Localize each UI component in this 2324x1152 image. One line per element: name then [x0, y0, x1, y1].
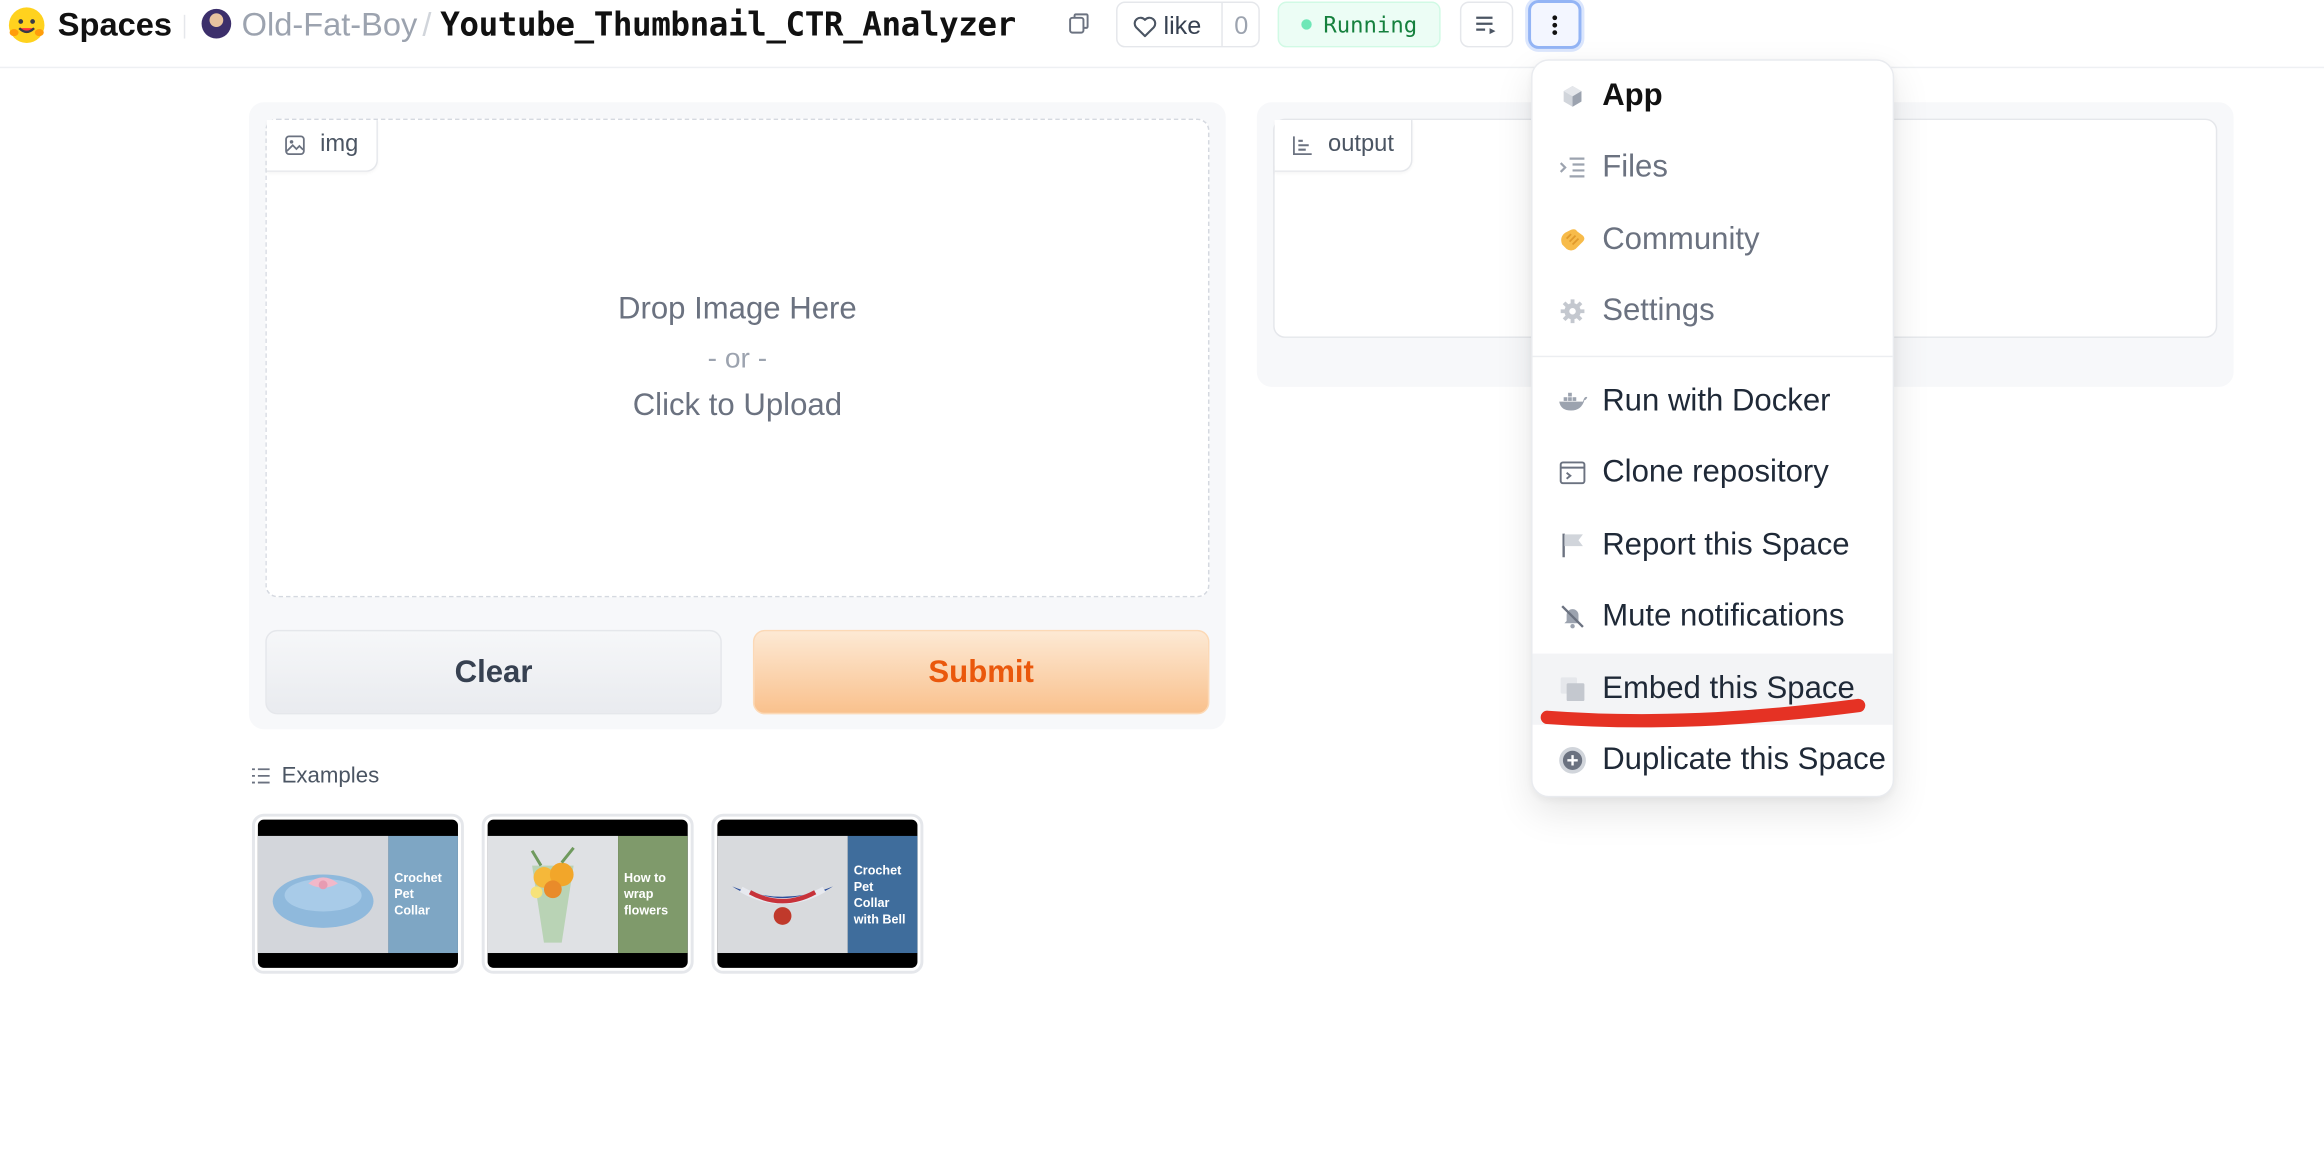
- flag-icon: [1558, 531, 1588, 561]
- menu-item-label: Embed this Space: [1602, 671, 1855, 706]
- docker-icon: [1558, 387, 1588, 417]
- examples-heading: Examples: [251, 763, 380, 789]
- menu-item-label: Clone repository: [1602, 455, 1829, 490]
- example-thumbnail-2[interactable]: How to wrap flowers: [481, 813, 694, 974]
- like-label: like: [1163, 11, 1202, 41]
- output-label: output: [1328, 131, 1394, 158]
- terminal-icon: [1558, 458, 1588, 488]
- example-caption-3: Crochet Pet Collar with Bell: [847, 835, 918, 954]
- chart-icon: [1293, 136, 1312, 156]
- example-caption-2: How to wrap flowers: [618, 835, 688, 954]
- logs-button[interactable]: [1459, 1, 1514, 48]
- menu-item-community[interactable]: Community: [1533, 205, 1893, 276]
- gear-icon: [1558, 296, 1588, 326]
- owner-link[interactable]: Old-Fat-Boy: [242, 6, 418, 45]
- example-thumbnail-1[interactable]: Crochet Pet Collar: [251, 813, 464, 974]
- example-caption-1: Crochet Pet Collar: [388, 835, 458, 954]
- copy-icon[interactable]: [1067, 12, 1091, 36]
- example-photo-2: [487, 835, 619, 954]
- menu-item-app[interactable]: App: [1533, 61, 1893, 132]
- menu-item-label: Community: [1602, 222, 1760, 257]
- example-photo-1: [257, 835, 389, 954]
- header-divider: [183, 14, 186, 39]
- menu-item-clone-repository[interactable]: Clone repository: [1533, 437, 1893, 508]
- huggingface-logo-icon[interactable]: [6, 4, 48, 46]
- image-dropzone[interactable]: img Drop Image Here - or - Click to Uplo…: [265, 118, 1210, 598]
- drop-image-text: Drop Image Here: [617, 291, 857, 327]
- menu-item-run-with-docker[interactable]: Run with Docker: [1533, 366, 1893, 437]
- community-icon: [1558, 225, 1588, 255]
- owner-avatar[interactable]: [201, 8, 232, 39]
- example-image-2: How to wrap flowers: [487, 819, 688, 968]
- like-count[interactable]: 0: [1221, 12, 1261, 42]
- input-label-tag: img: [266, 120, 378, 172]
- menu-divider: [1532, 355, 1893, 358]
- examples-label: Examples: [281, 763, 380, 789]
- example-image-3: Crochet Pet Collar with Bell: [717, 819, 918, 968]
- spaces-link[interactable]: Spaces: [58, 6, 172, 45]
- menu-item-label: Run with Docker: [1602, 383, 1831, 418]
- output-label-tag: output: [1274, 120, 1414, 172]
- menu-item-report-this-space[interactable]: Report this Space: [1533, 510, 1893, 581]
- menu-item-label: Files: [1602, 149, 1668, 184]
- submit-button[interactable]: Submit: [752, 629, 1210, 715]
- logs-icon: [1476, 15, 1496, 34]
- example-photo-3: [717, 835, 848, 954]
- input-label: img: [320, 131, 359, 158]
- menu-item-label: Report this Space: [1602, 527, 1850, 562]
- example-image-1: Crochet Pet Collar: [257, 819, 458, 968]
- click-to-upload-text: Click to Upload: [632, 388, 843, 423]
- duplicate-icon: [1558, 746, 1588, 776]
- menu-item-label: Settings: [1602, 293, 1715, 328]
- clear-button[interactable]: Clear: [265, 629, 722, 715]
- status-dot-icon: [1301, 19, 1312, 30]
- status-label: Running: [1323, 11, 1418, 38]
- kebab-menu-icon: [1552, 14, 1558, 35]
- menu-item-label: Mute notifications: [1602, 598, 1845, 633]
- mute-icon: [1558, 602, 1588, 632]
- cube-icon: [1558, 82, 1588, 112]
- path-separator: /: [422, 5, 432, 43]
- files-icon: [1558, 153, 1588, 183]
- image-icon: [285, 135, 305, 156]
- menu-item-duplicate-this-space[interactable]: Duplicate this Space: [1533, 725, 1893, 796]
- menu-item-files[interactable]: Files: [1533, 132, 1893, 203]
- menu-item-label: Duplicate this Space: [1602, 742, 1886, 777]
- space-name-link[interactable]: Youtube_Thumbnail_CTR_Analyzer: [440, 4, 1016, 46]
- embed-icon: [1558, 674, 1588, 704]
- or-text: - or -: [707, 343, 768, 375]
- status-badge[interactable]: Running: [1277, 1, 1441, 48]
- menu-item-embed-this-space[interactable]: Embed this Space: [1532, 653, 1893, 725]
- list-icon: [251, 768, 270, 784]
- space-options-menu: App Files Community Settings Run with Do…: [1531, 59, 1895, 798]
- example-thumbnail-3[interactable]: Crochet Pet Collar with Bell: [711, 813, 924, 974]
- top-bar: Spaces Old-Fat-Boy / Youtube_Thumbnail_C…: [0, 0, 2324, 69]
- menu-item-settings[interactable]: Settings: [1533, 276, 1893, 347]
- more-options-button[interactable]: [1528, 0, 1582, 49]
- menu-item-label: App: [1602, 78, 1663, 113]
- heart-icon: [1133, 16, 1157, 38]
- menu-item-mute-notifications[interactable]: Mute notifications: [1533, 581, 1893, 652]
- like-button[interactable]: like 0: [1116, 1, 1261, 48]
- input-panel: img Drop Image Here - or - Click to Uplo…: [249, 102, 1226, 730]
